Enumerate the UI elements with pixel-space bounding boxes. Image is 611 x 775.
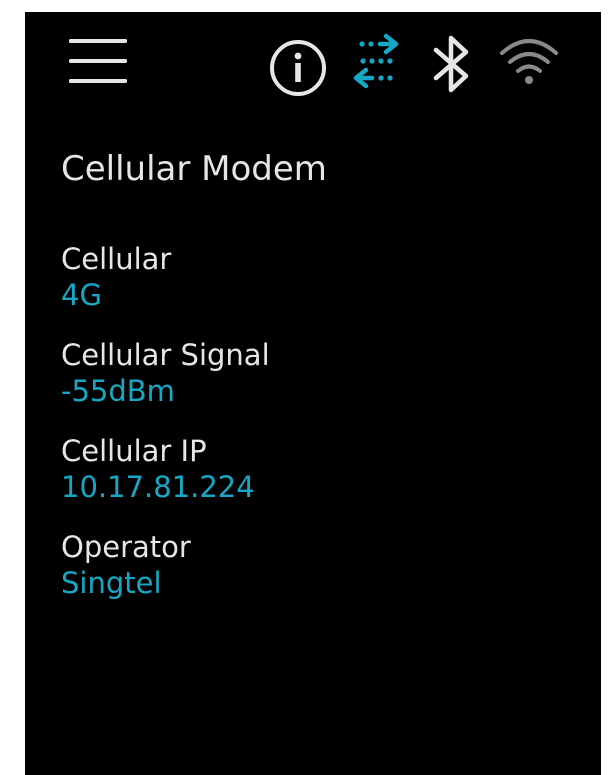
hamburger-menu-icon[interactable] [67,37,129,85]
detail-item-cellular-signal: Cellular Signal -55dBm [61,337,581,433]
detail-item-cellular-ip: Cellular IP 10.17.81.224 [61,433,581,529]
detail-label: Cellular [61,242,172,276]
detail-label: Cellular Signal [61,338,270,372]
data-transfer-icon [353,33,399,89]
detail-value: 10.17.81.224 [61,470,255,504]
detail-item-operator: Operator Singtel [61,529,581,625]
detail-value: 4G [61,278,102,312]
detail-value: -55dBm [61,374,175,408]
page-title: Cellular Modem [61,149,327,189]
wifi-icon [500,39,558,84]
device-screen: Cellular Modem Cellular 4G Cellular Sign… [25,12,601,775]
detail-label: Operator [61,530,191,564]
detail-value: Singtel [61,566,162,600]
bluetooth-icon [433,35,469,93]
detail-label: Cellular IP [61,434,207,468]
info-icon[interactable] [268,38,328,98]
detail-list: Cellular 4G Cellular Signal -55dBm Cellu… [61,241,581,625]
detail-item-cellular: Cellular 4G [61,241,581,337]
